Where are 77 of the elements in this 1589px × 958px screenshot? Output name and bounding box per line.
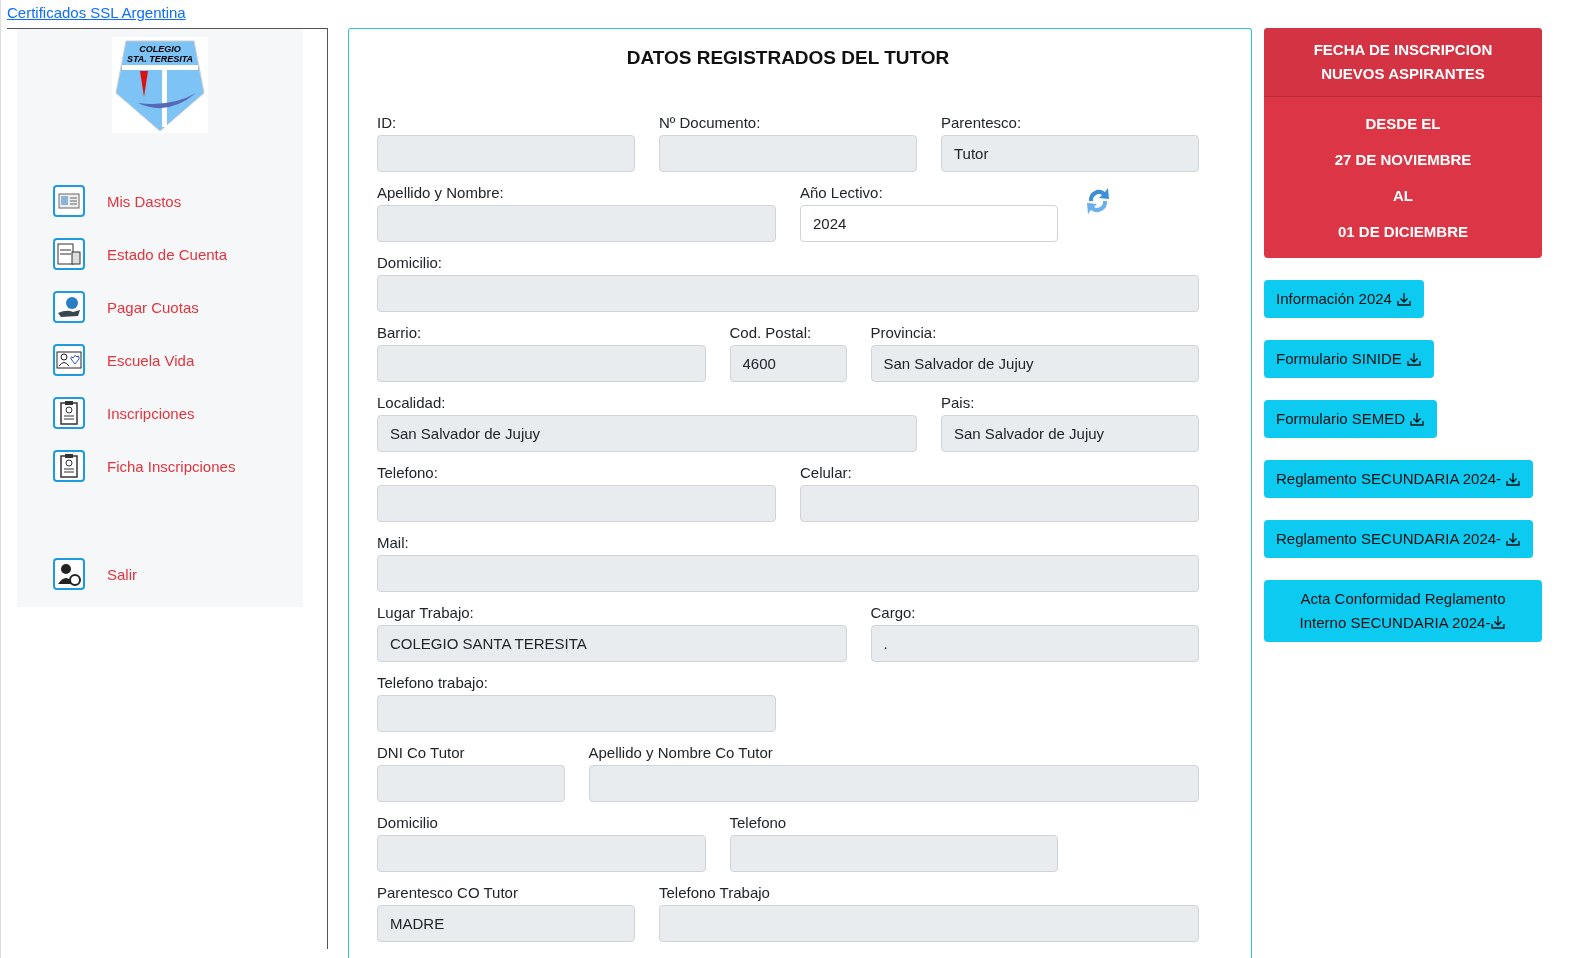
sidebar-menu-link[interactable]: Salir <box>107 565 137 583</box>
download-button[interactable]: Formulario SEMED <box>1264 400 1438 438</box>
field-label: Pais: <box>941 393 976 413</box>
field-label: Mail: <box>377 533 410 553</box>
field-label: Provincia: <box>870 323 938 343</box>
text-field[interactable]: 2024 <box>800 205 1058 242</box>
download-button[interactable]: Acta Conformidad Reglamento Interno SECUNDARIA 2024- <box>1264 580 1542 642</box>
text-field[interactable] <box>377 555 1199 592</box>
text-field[interactable]: MADRE <box>377 905 635 942</box>
download-icon <box>1405 351 1422 367</box>
download-icon <box>1505 471 1522 487</box>
download-button[interactable]: Información 2024 <box>1264 280 1424 318</box>
sidebar-menu-link[interactable]: Ficha Inscripciones <box>107 457 236 475</box>
field-label: Telefono Trabajo <box>659 883 771 903</box>
text-field[interactable] <box>659 905 1199 942</box>
field-label: ID: <box>377 113 398 133</box>
download-button[interactable]: Reglamento SECUNDARIA 2024- <box>1264 460 1534 498</box>
download-button[interactable]: Reglamento SECUNDARIA 2024- <box>1264 520 1534 558</box>
field-label: Nº Documento: <box>659 113 762 133</box>
sidebar-menu-link[interactable]: Inscripciones <box>107 404 195 422</box>
text-field[interactable] <box>729 835 1058 872</box>
notice-text: 27 DE NOVIEMBRE <box>1334 151 1472 168</box>
field-label: Año Lectivo: <box>800 183 884 203</box>
field-label: Domicilio: <box>377 253 443 273</box>
download-icon <box>1409 411 1426 427</box>
field-label: Lugar Trabajo: <box>377 603 475 623</box>
clipboard-icon[interactable] <box>53 397 85 429</box>
field-label: Parentesco CO Tutor <box>377 883 519 903</box>
field-label: DNI Co Tutor <box>377 743 466 763</box>
text-field[interactable]: San Salvador de Jujuy <box>941 415 1199 452</box>
text-field[interactable] <box>377 135 635 172</box>
field-label: Telefono <box>729 813 788 833</box>
field-label: Parentesco: <box>941 113 1023 133</box>
field-label: Celular: <box>800 463 853 483</box>
field-label: Apellido y Nombre: <box>377 183 505 203</box>
text-field[interactable]: San Salvador de Jujuy <box>377 415 917 452</box>
hand-coin-icon[interactable] <box>53 291 85 323</box>
download-button[interactable]: Formulario SINIDE <box>1264 340 1434 378</box>
field-label: Domicilio <box>377 813 439 833</box>
text-field[interactable]: . <box>870 625 1199 662</box>
text-field[interactable] <box>377 695 776 732</box>
notice-title: FECHA DE INSCRIPCION NUEVOS ASPIRANTES <box>1313 41 1493 82</box>
field-label: Cargo: <box>870 603 917 623</box>
field-label: Telefono trabajo: <box>377 673 489 693</box>
text-field[interactable]: Tutor <box>941 135 1199 172</box>
field-label: Telefono: <box>377 463 439 483</box>
text-field[interactable] <box>588 765 1199 802</box>
text-field[interactable] <box>377 485 776 522</box>
field-label: Localidad: <box>377 393 447 413</box>
field-label: Barrio: <box>377 323 423 343</box>
notice-text: AL <box>1393 187 1413 204</box>
download-icon <box>1395 291 1412 307</box>
text-field[interactable] <box>377 205 776 242</box>
field-label: Cod. Postal: <box>729 323 813 343</box>
notice-text: 01 DE DICIEMBRE <box>1338 223 1468 240</box>
download-icon <box>1490 614 1507 630</box>
school-crest-logo: COLEGIO STA. TERESITA <box>112 37 208 133</box>
clipboard-icon[interactable] <box>53 450 85 482</box>
text-field[interactable] <box>377 275 1199 312</box>
text-field[interactable]: COLEGIO SANTA TERESITA <box>377 625 847 662</box>
text-field[interactable]: San Salvador de Jujuy <box>870 345 1199 382</box>
text-field[interactable]: 4600 <box>729 345 847 382</box>
sidebar-menu-link[interactable]: Escuela Vida <box>107 351 195 369</box>
text-field[interactable] <box>377 835 706 872</box>
id-card-icon[interactable] <box>53 185 85 217</box>
sidebar-menu-link[interactable]: Mis Dastos <box>107 192 182 210</box>
text-field[interactable] <box>377 345 706 382</box>
form-title: DATOS REGISTRADOS DEL TUTOR <box>625 47 951 69</box>
notice-text: DESDE EL <box>1365 115 1441 132</box>
text-field[interactable] <box>659 135 917 172</box>
text-field[interactable] <box>800 485 1199 522</box>
field-label: Apellido y Nombre Co Tutor <box>588 743 774 763</box>
sidebar-menu-link[interactable]: Pagar Cuotas <box>107 298 199 316</box>
certificate-link[interactable]: Certificados SSL Argentina <box>7 4 186 21</box>
download-icon <box>1505 531 1522 547</box>
sidebar-menu-link[interactable]: Estado de Cuenta <box>107 245 228 263</box>
text-field[interactable] <box>377 765 565 802</box>
